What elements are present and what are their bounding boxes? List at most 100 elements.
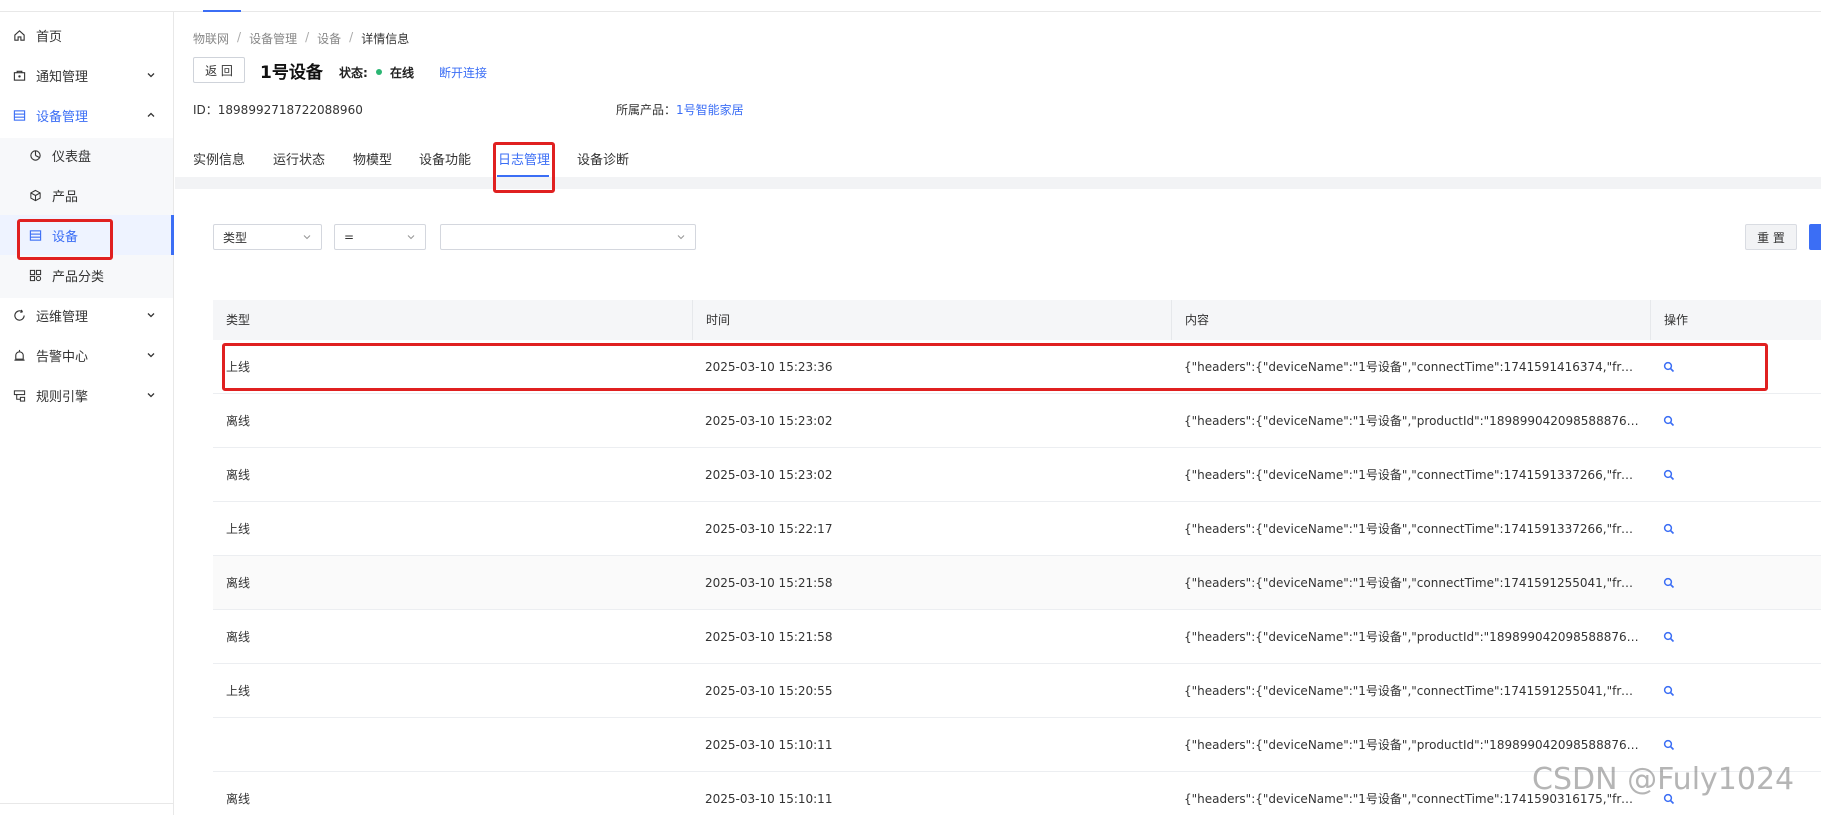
sidebar-item-label: 首页: [36, 29, 63, 45]
device-icon: [27, 227, 43, 243]
table-row: 离线 2025-03-10 15:21:58 {"headers":{"device…: [213, 610, 1821, 664]
breadcrumb-separator: /: [305, 30, 310, 44]
table-row: 上线 2025-03-10 15:22:17 {"headers":{"device…: [213, 502, 1821, 556]
filter-value-select[interactable]: [440, 224, 696, 250]
cell-action: [1650, 394, 1821, 448]
chevron-up-icon: [143, 107, 159, 123]
cell-content: {"headers":{"deviceName":"1号设备","connect…: [1184, 468, 1650, 482]
top-bar: [0, 0, 1821, 12]
filter-type-select[interactable]: 类型: [213, 224, 322, 250]
search-icon[interactable]: [1663, 415, 1675, 427]
cell-type: 离线: [226, 792, 251, 806]
device-id: ID：1898992718722088960: [193, 103, 363, 117]
notification-icon: [11, 67, 27, 83]
log-card: 类型 = 重 置 类型 时间 内容 操作 上线 2025-03-10 15:23:…: [175, 189, 1821, 815]
cell-action: [1650, 610, 1821, 664]
cell-type: [213, 718, 692, 772]
device-manage-icon: [11, 107, 27, 123]
disconnect-link[interactable]: 断开连接: [439, 64, 487, 81]
sidebar-item-product-category[interactable]: 产品分类: [0, 255, 173, 295]
column-header-content: 内容: [1171, 300, 1650, 340]
cell-time: 2025-03-10 15:21:58: [705, 630, 833, 644]
cell-action: [1650, 340, 1821, 394]
status-value: 在线: [390, 66, 415, 80]
search-icon[interactable]: [1663, 739, 1675, 751]
home-icon: [11, 27, 27, 43]
cell-type: 上线: [226, 684, 251, 698]
back-button[interactable]: 返 回: [193, 57, 245, 83]
sidebar-item-ops[interactable]: 运维管理: [0, 295, 173, 335]
cell-content: {"headers":{"deviceName":"1号设备","connect…: [1184, 360, 1650, 374]
cell-action: [1650, 448, 1821, 502]
breadcrumb-item[interactable]: 设备管理: [249, 30, 297, 47]
sidebar-item-rule-engine[interactable]: 规则引擎: [0, 375, 173, 415]
cell-type: 离线: [226, 630, 251, 644]
table-row: 离线 2025-03-10 15:21:58 {"headers":{"device…: [213, 556, 1821, 610]
tab-device-function[interactable]: 设备功能: [419, 149, 471, 168]
table-header: 类型 时间 内容 操作: [213, 300, 1821, 340]
sidebar-item-label: 通知管理: [36, 69, 89, 85]
tab-run-status[interactable]: 运行状态: [273, 149, 325, 168]
cell-type: 上线: [226, 360, 251, 374]
search-icon[interactable]: [1663, 523, 1675, 535]
tab-thing-model[interactable]: 物模型: [353, 149, 392, 168]
search-icon[interactable]: [1663, 469, 1675, 481]
chevron-down-icon: [301, 231, 313, 243]
cell-time: 2025-03-10 15:10:11: [705, 792, 833, 806]
tab-instance-info[interactable]: 实例信息: [193, 149, 245, 168]
main-content: 物联网 / 设备管理 / 设备 / 详情信息 返 回 1号设备 状态: 在线 断…: [175, 12, 1821, 815]
tab-device-diagnosis[interactable]: 设备诊断: [577, 149, 629, 168]
chevron-down-icon: [405, 231, 417, 243]
sidebar-item-label: 规则引擎: [36, 389, 89, 405]
cell-action: [1650, 556, 1821, 610]
sidebar-item-label: 产品: [52, 189, 79, 205]
cell-content: {"headers":{"deviceName":"1号设备","connect…: [1184, 522, 1650, 536]
filter-type-value: 类型: [223, 230, 248, 245]
cell-time: 2025-03-10 15:23:36: [705, 360, 833, 374]
sidebar-item-product[interactable]: 产品: [0, 175, 173, 215]
cell-content: {"headers":{"deviceName":"1号设备","connect…: [1184, 684, 1650, 698]
chevron-down-icon: [675, 231, 687, 243]
chevron-down-icon: [143, 67, 159, 83]
cell-time: 2025-03-10 15:23:02: [705, 468, 833, 482]
sidebar-item-alarm-center[interactable]: 告警中心: [0, 335, 173, 375]
table-row: 离线 2025-03-10 15:23:02 {"headers":{"device…: [213, 394, 1821, 448]
rule-engine-icon: [11, 387, 27, 403]
search-icon[interactable]: [1663, 577, 1675, 589]
product-link[interactable]: 1号智能家居: [676, 101, 744, 118]
cell-content: {"headers":{"deviceName":"1号设备","connect…: [1184, 576, 1650, 590]
chevron-down-icon: [143, 307, 159, 323]
sidebar-item-label: 告警中心: [36, 349, 89, 365]
product-label: 所属产品：: [616, 103, 677, 117]
chevron-down-icon: [143, 387, 159, 403]
cell-time: 2025-03-10 15:22:17: [705, 522, 833, 536]
filter-operator-select[interactable]: =: [334, 224, 426, 250]
filter-operator-value: =: [344, 230, 355, 244]
search-icon[interactable]: [1663, 361, 1675, 373]
tab-log-management[interactable]: 日志管理: [498, 149, 550, 168]
sidebar-item-label: 设备管理: [36, 109, 89, 125]
cell-action: [1650, 664, 1821, 718]
search-icon[interactable]: [1663, 685, 1675, 697]
sidebar-item-device-management[interactable]: 设备管理: [0, 95, 173, 135]
cell-type: 离线: [226, 576, 251, 590]
breadcrumb-item[interactable]: 设备: [317, 30, 341, 47]
product-icon: [27, 187, 43, 203]
cell-type: 离线: [226, 414, 251, 428]
breadcrumb-current: 详情信息: [361, 32, 410, 46]
sidebar-item-home[interactable]: 首页: [0, 15, 173, 55]
sidebar-item-label: 产品分类: [52, 269, 105, 285]
breadcrumb-item[interactable]: 物联网: [193, 30, 229, 47]
device-title: 1号设备: [260, 63, 323, 83]
reset-button[interactable]: 重 置: [1745, 224, 1797, 250]
sidebar-item-notification[interactable]: 通知管理: [0, 55, 173, 95]
query-button[interactable]: [1809, 224, 1821, 250]
sidebar-item-label: 运维管理: [36, 309, 89, 325]
sidebar-footer: [0, 803, 173, 815]
cell-time: 2025-03-10 15:23:02: [705, 414, 833, 428]
category-icon: [27, 267, 43, 283]
sidebar-item-device[interactable]: 设备: [0, 215, 174, 255]
search-icon[interactable]: [1663, 631, 1675, 643]
sidebar-item-dashboard[interactable]: 仪表盘: [0, 135, 173, 175]
cell-type: 上线: [226, 522, 251, 536]
